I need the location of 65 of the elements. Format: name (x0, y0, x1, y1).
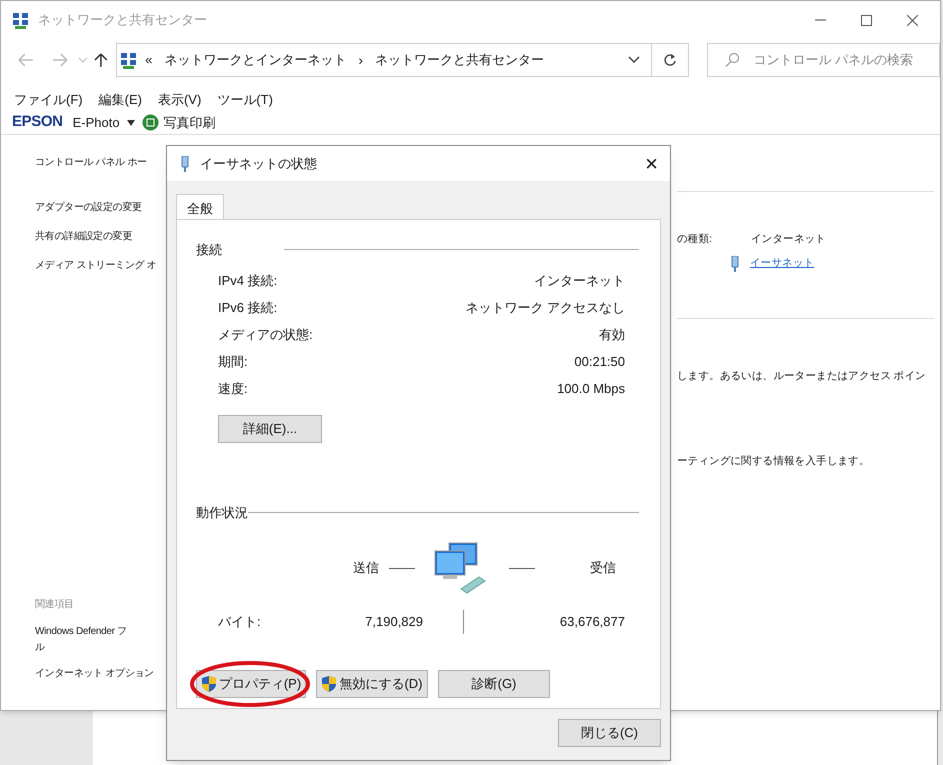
address-bar[interactable]: « ネットワークとインターネット › ネットワークと共有センター (116, 43, 652, 77)
description-text: ーティングに関する情報を入手します。 (677, 454, 871, 468)
field-label: メディアの状態: (218, 326, 313, 344)
related-link[interactable]: Windows Defender フ ル (35, 624, 167, 656)
sidebar-link[interactable]: アダプターの設定の変更 (35, 200, 167, 215)
minimize-icon (815, 19, 826, 21)
sidebar-link[interactable]: 共有の詳細設定の変更 (35, 229, 167, 244)
dialog-button[interactable]: 診断(G) (438, 670, 550, 698)
menu-item[interactable]: 編集(E) (98, 90, 142, 110)
overflow-chevron[interactable]: « (145, 50, 152, 70)
field-value: ネットワーク アクセスなし (465, 299, 625, 318)
field-value: 有効 (599, 326, 625, 344)
dialog-button[interactable]: 無効にする(D) (316, 670, 428, 698)
close-dialog-button[interactable]: 閉じる(C) (558, 719, 661, 747)
ethernet-plug-icon (730, 256, 740, 272)
app-selector[interactable]: E-Photo (72, 112, 120, 132)
sent-label: 送信 (353, 559, 379, 578)
field-label: IPv6 接続: (218, 299, 278, 318)
dropdown-caret-icon (126, 118, 136, 126)
connection-link[interactable]: イーサネット (750, 256, 814, 272)
bytes-sent: 7,190,829 (364, 613, 423, 632)
breadcrumb[interactable]: ネットワークとインターネット (164, 50, 346, 70)
search-placeholder: コントロール パネルの検索 (754, 51, 914, 70)
search-field[interactable]: コントロール パネルの検索 (706, 43, 940, 77)
bytes-label: バイト: (217, 613, 262, 632)
field-value: 100.0 Mbps (557, 380, 625, 398)
related-heading: 関連項目 (35, 598, 75, 612)
search-icon (724, 52, 740, 68)
section-heading: 動作状況 (196, 504, 248, 522)
details-button[interactable]: 詳細(E)... (218, 414, 322, 442)
breadcrumb[interactable]: ネットワークと共有センター (375, 50, 544, 70)
refresh-icon (662, 53, 677, 67)
breadcrumb-separator: › (358, 50, 364, 70)
description-text: します。あるいは、ルーターまたはアクセス ポイン (677, 368, 927, 384)
received-label: 受信 (590, 559, 616, 578)
field-label: 期間: (218, 353, 248, 372)
section-heading: 接続 (196, 241, 222, 259)
home-link[interactable]: コントロール パネル ホー (35, 155, 167, 170)
menu-item[interactable]: ツール(T) (217, 90, 273, 110)
field-value: 00:21:50 (574, 353, 625, 372)
network-icon (12, 12, 29, 28)
window-title: ネットワークと共有センター (38, 11, 207, 30)
menu-item[interactable]: ファイル(F) (14, 90, 83, 110)
close-button[interactable]: × (645, 152, 658, 174)
dropdown-caret-icon (76, 55, 88, 65)
brand-logo: EPSON (12, 112, 63, 132)
photo-print-button[interactable]: 写真印刷 (142, 112, 216, 132)
bytes-received: 63,676,877 (558, 613, 625, 632)
refresh-button[interactable] (652, 43, 689, 77)
close-icon (907, 14, 918, 26)
dropdown-caret-icon (626, 55, 641, 65)
network-type-value: インターネット (751, 232, 826, 247)
network-icon (120, 52, 138, 68)
field-value: インターネット (534, 272, 625, 290)
menu-item[interactable]: 表示(V) (158, 90, 202, 110)
maximize-icon (861, 14, 872, 26)
network-type-label: の種類: (677, 232, 713, 247)
related-link[interactable]: インターネット オプション (35, 666, 167, 682)
dialog-button[interactable]: プロパティ(P) (196, 670, 306, 698)
field-label: IPv4 接続: (218, 272, 278, 290)
sidebar-link[interactable]: メディア ストリーミング オ (35, 258, 167, 273)
dialog-title: イーサネットの状態 (200, 154, 317, 173)
field-label: 速度: (218, 380, 248, 398)
tab[interactable]: 全般 (176, 194, 224, 221)
ethernet-plug-icon (180, 156, 190, 172)
